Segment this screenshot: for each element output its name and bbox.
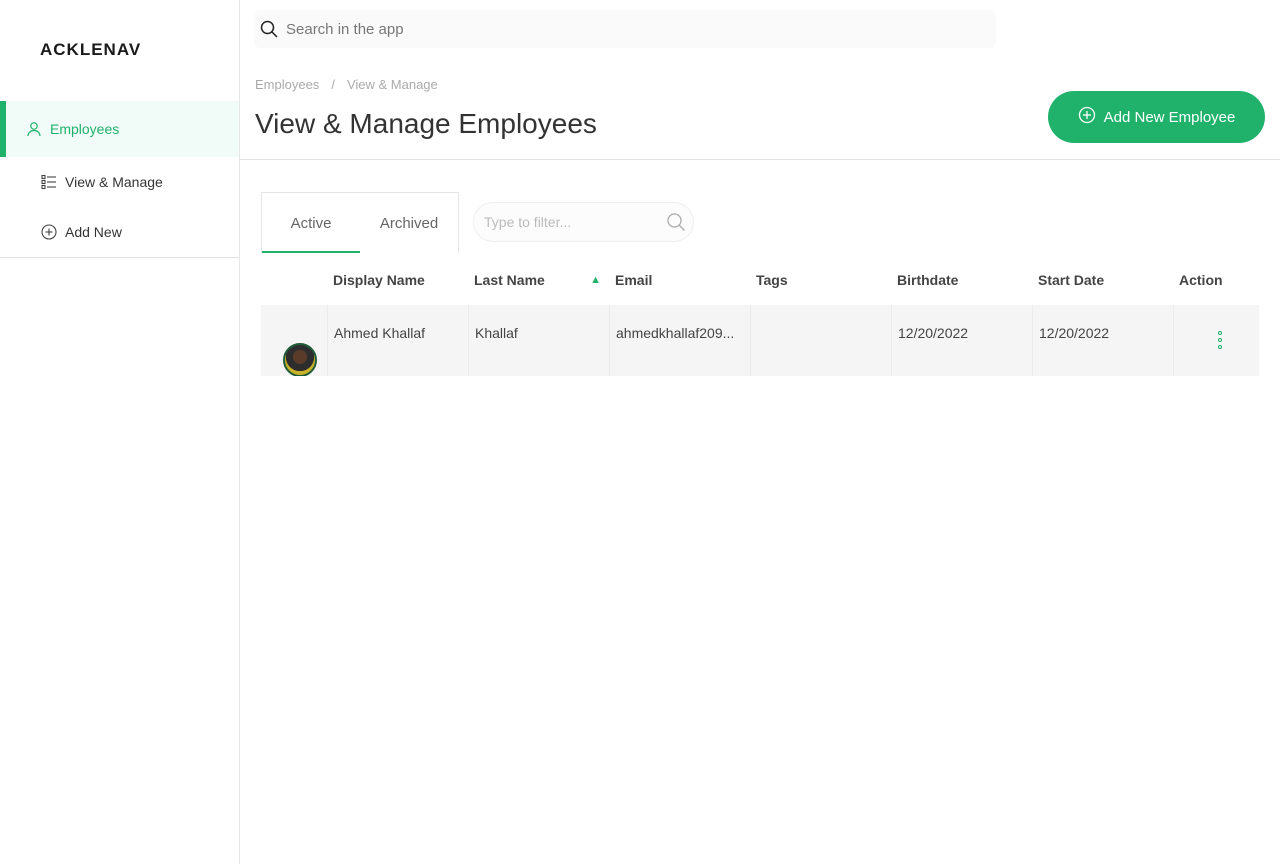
breadcrumb-employees[interactable]: Employees: [255, 77, 319, 92]
sidebar-item-label: View & Manage: [65, 174, 163, 190]
filter-input[interactable]: [484, 214, 654, 230]
breadcrumb-view-manage[interactable]: View & Manage: [347, 77, 438, 92]
search-input[interactable]: [286, 20, 966, 38]
search-icon[interactable]: [666, 212, 686, 232]
cell-last-name: Khallaf: [468, 305, 609, 376]
sidebar-item-employees[interactable]: Employees: [0, 101, 239, 157]
employees-table: Display Name Last Name ▲ Email Tags Birt…: [261, 262, 1259, 376]
column-header-tags[interactable]: Tags: [750, 262, 891, 298]
column-header-avatar: [261, 262, 327, 298]
page-title: View & Manage Employees: [255, 108, 597, 139]
app-logo[interactable]: ACKLENAVE: [40, 40, 140, 60]
sort-ascending-icon: ▲: [590, 274, 601, 286]
table-row[interactable]: Ahmed Khallaf Khallaf ahmedkhallaf209...…: [261, 305, 1259, 376]
search-icon: [260, 20, 278, 38]
avatar: [283, 343, 317, 376]
sidebar-nav: Employees View & Manage Add New: [0, 101, 239, 258]
sidebar: ACKLENAVE Employees View & Manage Add Ne…: [0, 0, 240, 864]
column-header-email[interactable]: Email: [609, 262, 750, 298]
top-bar: [240, 0, 1280, 66]
sidebar-item-add-new[interactable]: Add New: [0, 207, 239, 257]
more-vertical-icon[interactable]: [1217, 331, 1222, 376]
column-header-display-name[interactable]: Display Name: [327, 262, 468, 298]
cell-email: ahmedkhallaf209...: [609, 305, 750, 376]
tab-active[interactable]: Active: [262, 193, 360, 253]
sidebar-item-label: Employees: [50, 121, 120, 137]
column-header-last-name[interactable]: Last Name ▲: [468, 262, 609, 298]
plus-circle-icon: [1078, 106, 1096, 128]
breadcrumb-separator: /: [331, 77, 335, 92]
sidebar-item-view-manage[interactable]: View & Manage: [0, 157, 239, 207]
add-button-label: Add New Employee: [1103, 108, 1236, 126]
user-icon: [26, 121, 42, 137]
cell-birthdate: 12/20/2022: [891, 305, 1032, 376]
column-header-label: Last Name: [474, 272, 545, 288]
breadcrumb: Employees / View & Manage: [255, 77, 438, 92]
plus-circle-icon: [41, 224, 57, 240]
cell-action: [1173, 305, 1259, 376]
column-header-action: Action: [1179, 272, 1223, 288]
tab-archived[interactable]: Archived: [360, 193, 458, 253]
cell-tags: [750, 305, 891, 376]
add-new-employee-button[interactable]: Add New Employee: [1048, 91, 1265, 143]
cell-display-name: Ahmed Khallaf: [327, 305, 468, 376]
sidebar-item-label: Add New: [65, 224, 122, 240]
table-filter: [473, 202, 694, 242]
avatar-cell: [261, 305, 327, 376]
column-header-start-date[interactable]: Start Date: [1032, 262, 1173, 298]
status-tabs: Active Archived: [261, 192, 459, 253]
list-icon: [41, 174, 57, 190]
cell-start-date: 12/20/2022: [1032, 305, 1173, 376]
page-header: Employees / View & Manage View & Manage …: [240, 66, 1280, 160]
app-search: [254, 10, 996, 48]
column-header-birthdate[interactable]: Birthdate: [891, 262, 1032, 298]
table-header: Display Name Last Name ▲ Email Tags Birt…: [261, 262, 1259, 298]
